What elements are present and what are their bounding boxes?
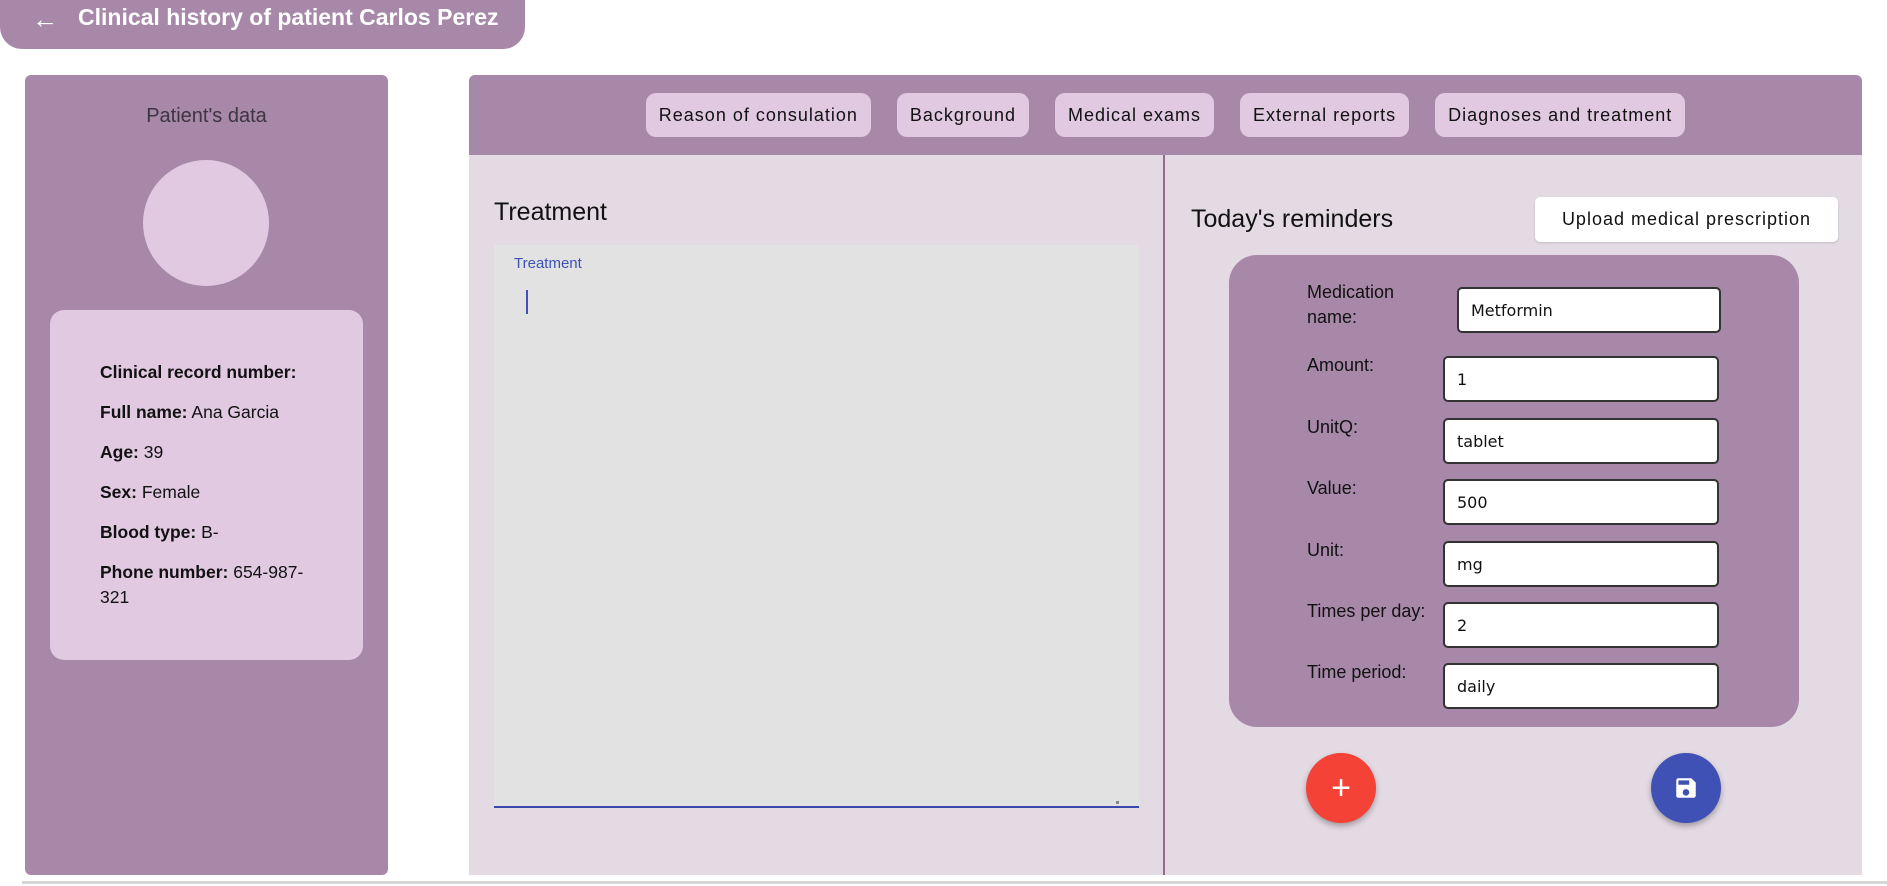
text-cursor — [526, 290, 528, 314]
patient-field-phone: Phone number: 654-987-321 — [100, 562, 304, 607]
patient-data-title: Patient's data — [146, 105, 267, 127]
medication-name-input[interactable]: Metformin — [1457, 287, 1721, 333]
tab-reason[interactable]: Reason of consulation — [645, 93, 871, 137]
patient-info-card: Clinical record number: Full name: Ana G… — [50, 310, 363, 660]
header-bar: ← Clinical history of patient Carlos Per… — [0, 0, 525, 49]
resize-handle[interactable] — [1116, 801, 1119, 804]
patient-field-age: Age: 39 — [100, 442, 164, 462]
amount-label: Amount: — [1307, 355, 1375, 375]
time-period-label: Time period: — [1307, 662, 1407, 682]
bottom-scrollbar[interactable] — [22, 881, 1887, 884]
treatment-field-label: Treatment — [514, 255, 582, 272]
unit-label: Unit: — [1307, 540, 1345, 560]
time-period-input[interactable]: daily — [1443, 663, 1719, 709]
amount-input[interactable]: 1 — [1443, 356, 1719, 402]
tab-diagnoses[interactable]: Diagnoses and treatment — [1435, 93, 1686, 137]
value-label: Value: — [1307, 478, 1357, 498]
patient-field-name: Full name: Ana Garcia — [100, 402, 279, 422]
tab-medical-exams[interactable]: Medical exams — [1054, 93, 1215, 137]
unitq-label: UnitQ: — [1307, 417, 1359, 437]
page-title: Clinical history of patient Carlos Perez — [78, 4, 499, 30]
avatar — [143, 160, 269, 286]
patient-sidebar: Patient's data Clinical record number: F… — [25, 75, 388, 875]
tab-background[interactable]: Background — [896, 93, 1029, 137]
save-icon — [1676, 778, 1696, 798]
reminders-title: Today's reminders — [1191, 205, 1394, 233]
main-panel: Reason of consulation Background Medical… — [469, 75, 1862, 875]
add-reminder-button[interactable]: + — [1306, 753, 1376, 823]
medication-name-label: Medication name: — [1307, 282, 1395, 327]
save-reminder-button[interactable] — [1651, 753, 1721, 823]
patient-field-sex: Sex: Female — [100, 482, 201, 502]
tab-bar: Reason of consulation Background Medical… — [469, 75, 1862, 155]
value-input[interactable]: 500 — [1443, 479, 1719, 525]
upload-prescription-button[interactable]: Upload medical prescription — [1535, 197, 1838, 242]
patient-field-blood: Blood type: B- — [100, 522, 219, 542]
times-per-day-label: Times per day: — [1307, 601, 1426, 621]
tab-external-reports[interactable]: External reports — [1240, 93, 1410, 137]
treatment-textarea[interactable]: Treatment — [494, 245, 1139, 808]
panel-divider — [1163, 155, 1165, 875]
treatment-title: Treatment — [494, 198, 608, 226]
patient-field-record: Clinical record number: — [100, 362, 297, 382]
arrow-left-icon[interactable]: ← — [32, 6, 58, 32]
reminder-form: Medication name: Metformin Amount: 1 Uni… — [1229, 255, 1799, 727]
times-per-day-input[interactable]: 2 — [1443, 602, 1719, 648]
unitq-input[interactable]: tablet — [1443, 418, 1719, 464]
unit-input[interactable]: mg — [1443, 541, 1719, 587]
